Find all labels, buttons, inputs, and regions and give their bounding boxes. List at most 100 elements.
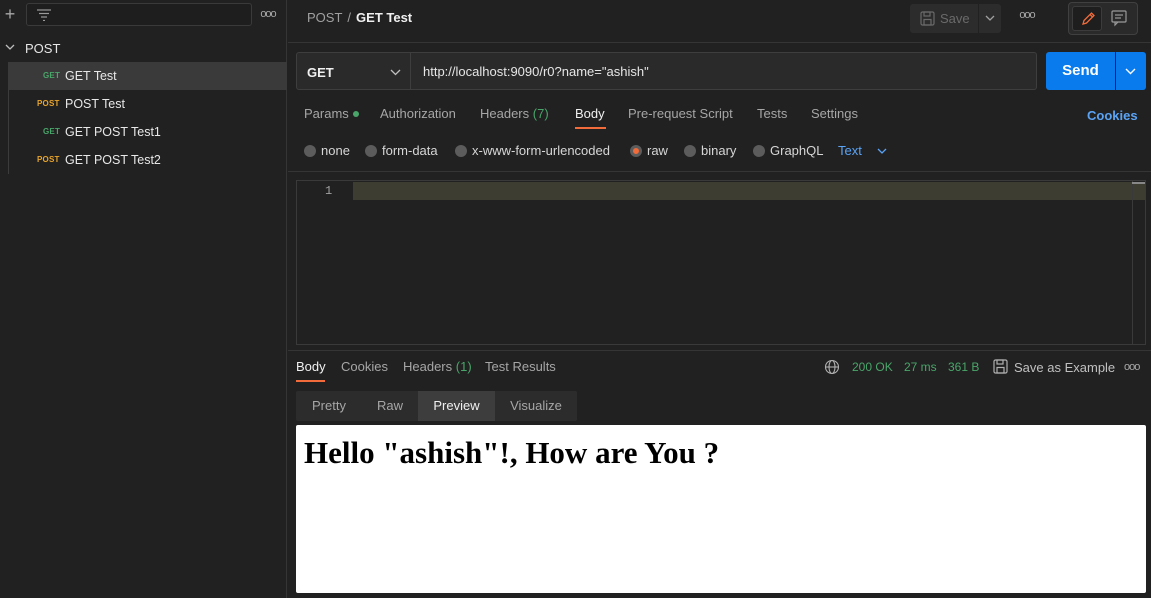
chevron-down-icon	[877, 148, 887, 154]
save-icon	[920, 11, 935, 26]
view-mode-toggle	[1068, 2, 1138, 35]
chevron-down-icon	[985, 15, 995, 21]
tab-label: Body	[575, 106, 605, 121]
tab-label: Body	[296, 359, 326, 374]
breadcrumb-current[interactable]: GET Test	[356, 10, 412, 25]
response-more-button[interactable]: ooo	[1124, 361, 1140, 373]
save-label: Save	[940, 11, 970, 26]
body-editor[interactable]: 1	[296, 180, 1146, 345]
header-divider	[288, 42, 1151, 43]
tab-authorization[interactable]: Authorization	[380, 106, 456, 121]
filter-icon	[37, 9, 51, 21]
sidebar-request-post-test[interactable]: POST POST Test	[8, 90, 287, 118]
method-badge: POST	[37, 99, 60, 108]
tab-label: Settings	[811, 106, 858, 121]
chevron-down-icon	[390, 69, 401, 76]
radio-label: form-data	[382, 143, 438, 158]
tree-guide	[8, 146, 9, 174]
sidebar-request-get-test[interactable]: GET GET Test	[8, 62, 287, 90]
tab-label: Params	[304, 106, 349, 121]
view-tab-preview[interactable]: Preview	[418, 391, 495, 421]
breadcrumb-separator: /	[347, 10, 352, 25]
collection-post[interactable]: POST	[0, 36, 287, 60]
tree-guide	[8, 118, 9, 146]
params-indicator-dot	[352, 111, 359, 117]
save-button[interactable]: Save	[910, 4, 978, 33]
send-button[interactable]: Send	[1046, 52, 1115, 90]
tab-label: Cookies	[341, 359, 388, 374]
new-collection-button[interactable]: +	[2, 4, 18, 24]
response-view-tabs: Pretty Raw Preview Visualize	[296, 391, 577, 421]
request-more-button[interactable]: ooo	[1016, 9, 1038, 21]
radio-circle	[304, 145, 316, 157]
breadcrumb-parent[interactable]: POST	[307, 10, 342, 25]
tab-label: Test Results	[485, 359, 556, 374]
save-dropdown-button[interactable]	[979, 4, 1001, 33]
tab-params[interactable]: Params	[304, 106, 359, 121]
breadcrumb: POST / GET Test	[307, 10, 412, 25]
radio-label: x-www-form-urlencoded	[472, 143, 610, 158]
response-tab-cookies[interactable]: Cookies	[341, 359, 388, 374]
radio-label: GraphQL	[770, 143, 824, 158]
raw-format-select[interactable]: Text	[838, 143, 887, 158]
tab-headers[interactable]: Headers (7)	[480, 106, 549, 121]
tree-guide	[8, 90, 9, 118]
headers-count: (7)	[532, 106, 549, 121]
method-select[interactable]: GET	[296, 52, 411, 90]
request-label: GET POST Test2	[65, 153, 161, 167]
filter-input[interactable]	[26, 3, 252, 26]
request-label: GET Test	[65, 69, 117, 83]
method-badge: POST	[37, 155, 60, 164]
status-code[interactable]: 200 OK	[852, 360, 893, 374]
preview-heading: Hello "ashish"!, How are You ?	[304, 435, 720, 470]
tab-label: Headers	[480, 106, 530, 121]
globe-icon[interactable]	[824, 359, 840, 375]
response-size[interactable]: 361 B	[948, 360, 979, 374]
raw-format-value: Text	[838, 143, 862, 158]
tab-label: Authorization	[380, 106, 456, 121]
save-icon	[993, 359, 1008, 374]
save-as-example-label: Save as Example	[1014, 360, 1116, 375]
sidebar: + ooo POST GET GET Test POST POST Test G…	[0, 0, 287, 598]
chevron-down-icon	[1125, 68, 1136, 75]
tab-body[interactable]: Body	[575, 106, 605, 121]
tab-settings[interactable]: Settings	[811, 106, 858, 121]
request-label: GET POST Test1	[65, 125, 161, 139]
response-divider[interactable]	[288, 350, 1151, 351]
body-divider	[288, 171, 1151, 172]
response-tab-headers[interactable]: Headers (1)	[403, 359, 472, 374]
current-line-highlight	[353, 182, 1145, 200]
sidebar-more-button[interactable]: ooo	[258, 6, 278, 22]
view-tab-raw[interactable]: Raw	[362, 391, 418, 421]
tab-prerequest-script[interactable]: Pre-request Script	[628, 106, 733, 121]
documentation-icon[interactable]	[1109, 9, 1129, 27]
view-tab-pretty[interactable]: Pretty	[296, 391, 362, 421]
response-active-tab-underline	[296, 380, 325, 382]
radio-circle	[455, 145, 467, 157]
response-tab-test-results[interactable]: Test Results	[485, 359, 556, 374]
tab-label: Headers	[403, 359, 453, 374]
radio-circle	[630, 145, 642, 157]
tab-tests[interactable]: Tests	[757, 106, 787, 121]
url-input[interactable]	[411, 52, 1037, 90]
response-time[interactable]: 27 ms	[904, 360, 937, 374]
radio-label: raw	[647, 143, 668, 158]
editor-scrollbar[interactable]	[1132, 181, 1133, 344]
edit-mode-button[interactable]	[1072, 6, 1102, 31]
tab-label: Tests	[757, 106, 788, 121]
sidebar-request-get-post-test1[interactable]: GET GET POST Test1	[8, 118, 287, 146]
response-preview: Hello "ashish"!, How are You ?	[296, 425, 1146, 593]
sidebar-request-get-post-test2[interactable]: POST GET POST Test2	[8, 146, 287, 174]
response-tab-body[interactable]: Body	[296, 359, 326, 374]
collection-name: POST	[25, 41, 61, 56]
editor-scroll-thumb[interactable]	[1132, 182, 1145, 184]
cookies-link[interactable]: Cookies	[1087, 108, 1138, 123]
radio-circle	[365, 145, 377, 157]
send-dropdown-button[interactable]	[1116, 52, 1146, 90]
active-tab-underline	[575, 127, 606, 129]
line-number: 1	[325, 184, 333, 198]
method-badge: GET	[43, 127, 61, 136]
radio-circle	[753, 145, 765, 157]
view-tab-visualize[interactable]: Visualize	[495, 391, 577, 421]
method-badge: GET	[43, 71, 61, 80]
